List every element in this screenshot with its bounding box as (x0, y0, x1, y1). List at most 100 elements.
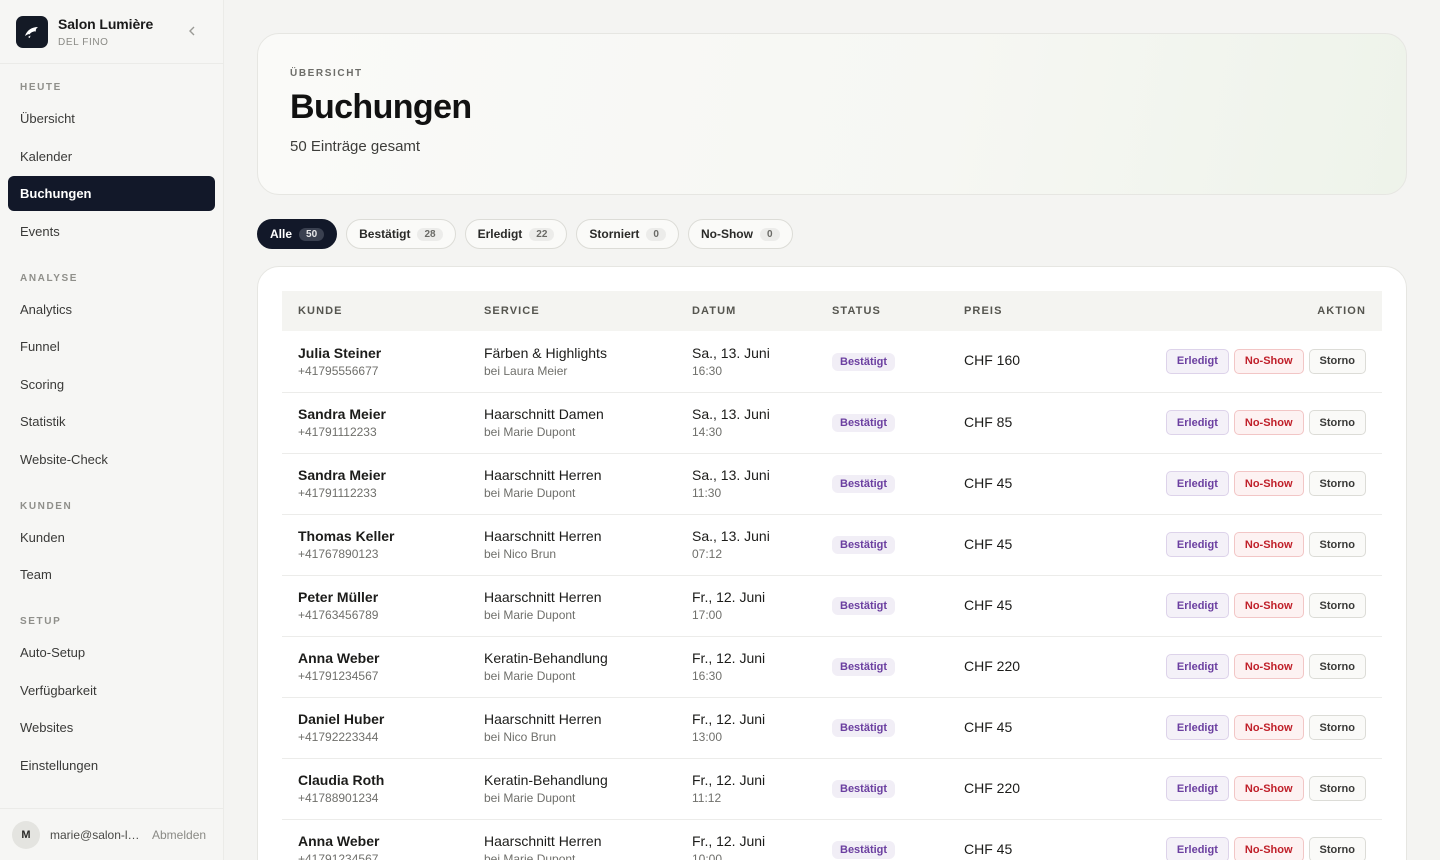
sidebar-item-kalender[interactable]: Kalender (8, 139, 215, 174)
sidebar-item-buchungen[interactable]: Buchungen (8, 176, 215, 211)
sidebar-item-verfügbarkeit[interactable]: Verfügbarkeit (8, 673, 215, 708)
mark-done-button[interactable]: Erledigt (1165, 410, 1229, 435)
mark-noshow-button[interactable]: No-Show (1233, 348, 1304, 374)
mark-noshow-button[interactable]: No-Show (1233, 776, 1304, 801)
cancel-booking-button[interactable]: Storno (1308, 593, 1366, 618)
cancel-booking-button[interactable]: Storno (1308, 471, 1366, 496)
table-row[interactable]: Sandra Meier +41791112233 Haarschnitt Herr… (282, 453, 1382, 514)
filter-chip-bestätigt[interactable]: Bestätigt 28 (346, 219, 456, 249)
booking-price: CHF 45 (964, 474, 1013, 491)
booking-date: Sa., 13. Juni (692, 528, 770, 544)
cell-datum: Sa., 13. Juni 07:12 (676, 514, 816, 575)
cancel-booking-button[interactable]: Storno (1308, 837, 1366, 860)
sidebar-item-auto-setup[interactable]: Auto-Setup (8, 635, 215, 670)
sidebar-item-websites[interactable]: Websites (8, 710, 215, 745)
cell-aktion: Erledigt No-Show Storno (1078, 514, 1382, 575)
filter-chip-storniert[interactable]: Storniert 0 (576, 219, 679, 249)
cancel-booking-button[interactable]: Storno (1308, 715, 1366, 740)
table-row[interactable]: Peter Müller +41763456789 Haarschnitt Herr… (282, 575, 1382, 636)
cell-preis: CHF 220 (948, 636, 1078, 697)
cancel-booking-button[interactable]: Storno (1308, 410, 1366, 435)
customer-name[interactable]: Peter Müller (298, 589, 452, 605)
customer-name[interactable]: Sandra Meier (298, 406, 452, 422)
column-header-service[interactable]: SERVICE (468, 291, 676, 331)
customer-name[interactable]: Sandra Meier (298, 467, 452, 483)
nav-section-title: KUNDEN (20, 500, 73, 512)
status-badge: Bestätigt (832, 658, 896, 676)
service-name: Haarschnitt Herren (484, 528, 602, 544)
filter-chip-no-show[interactable]: No-Show 0 (687, 219, 793, 249)
service-name: Haarschnitt Herren (484, 589, 602, 605)
filter-chip-alle[interactable]: Alle 50 (257, 219, 338, 249)
column-header-datum[interactable]: DATUM (676, 291, 816, 331)
mark-noshow-button[interactable]: No-Show (1233, 410, 1304, 435)
cell-service: Färben & Highlights bei Laura Meier (468, 331, 676, 392)
mark-done-button[interactable]: Erledigt (1165, 348, 1229, 374)
table-row[interactable]: Julia Steiner +41795556677 Färben & Highli… (282, 331, 1382, 392)
mark-done-button[interactable]: Erledigt (1165, 776, 1229, 801)
mark-noshow-button[interactable]: No-Show (1233, 593, 1304, 618)
mark-noshow-button[interactable]: No-Show (1233, 654, 1304, 679)
sidebar-item-funnel[interactable]: Funnel (8, 329, 215, 364)
column-header-preis[interactable]: PREIS (948, 291, 1078, 331)
mark-done-button[interactable]: Erledigt (1165, 837, 1229, 860)
booking-time: 17:00 (692, 608, 723, 622)
mark-done-button[interactable]: Erledigt (1165, 471, 1229, 496)
user-email: marie@salon-lumiere.ch (50, 827, 142, 842)
sidebar-item-übersicht[interactable]: Übersicht (8, 101, 215, 136)
sidebar-item-kunden[interactable]: Kunden (8, 520, 215, 555)
mark-done-button[interactable]: Erledigt (1165, 715, 1229, 740)
customer-phone: +41788901234 (298, 791, 379, 805)
mark-noshow-button[interactable]: No-Show (1233, 837, 1304, 860)
avatar[interactable]: M (12, 820, 40, 849)
booking-time: 16:30 (692, 669, 723, 683)
column-header-kunde[interactable]: KUNDE (282, 291, 468, 331)
cell-aktion: Erledigt No-Show Storno (1078, 392, 1382, 453)
table-row[interactable]: Thomas Keller +41767890123 Haarschnitt Her… (282, 514, 1382, 575)
table-row[interactable]: Anna Weber +41791234567 Haarschnitt Herren… (282, 819, 1382, 860)
cancel-booking-button[interactable]: Storno (1308, 654, 1366, 679)
cell-preis: CHF 45 (948, 514, 1078, 575)
customer-name[interactable]: Anna Weber (298, 650, 452, 666)
mark-noshow-button[interactable]: No-Show (1233, 471, 1304, 496)
sidebar-item-einstellungen[interactable]: Einstellungen (8, 748, 215, 783)
cell-kunde: Sandra Meier +41791112233 (282, 392, 468, 453)
sidebar-item-scoring[interactable]: Scoring (8, 367, 215, 402)
cell-preis: CHF 160 (948, 331, 1078, 392)
customer-phone: +41763456789 (298, 608, 379, 622)
mark-done-button[interactable]: Erledigt (1165, 654, 1229, 679)
filter-chip-erledigt[interactable]: Erledigt 22 (464, 219, 568, 249)
mark-done-button[interactable]: Erledigt (1165, 593, 1229, 618)
customer-name[interactable]: Thomas Keller (298, 528, 452, 544)
column-header-status[interactable]: STATUS (816, 291, 948, 331)
mark-noshow-button[interactable]: No-Show (1233, 532, 1304, 557)
mark-done-button[interactable]: Erledigt (1165, 532, 1229, 557)
cell-status: Bestätigt (816, 697, 948, 758)
booking-date: Fr., 12. Juni (692, 711, 766, 727)
customer-phone: +41792223344 (298, 730, 379, 744)
mark-noshow-button[interactable]: No-Show (1233, 715, 1304, 740)
cancel-booking-button[interactable]: Storno (1308, 348, 1366, 374)
customer-name[interactable]: Claudia Roth (298, 772, 452, 788)
sidebar-item-website-check[interactable]: Website-Check (8, 442, 215, 477)
logout-button[interactable]: Abmelden (152, 828, 206, 842)
customer-name[interactable]: Anna Weber (298, 833, 452, 849)
customer-name[interactable]: Daniel Huber (298, 711, 452, 727)
table-row[interactable]: Anna Weber +41791234567 Keratin-Behandlung… (282, 636, 1382, 697)
cancel-booking-button[interactable]: Storno (1308, 776, 1366, 801)
service-staff: bei Marie Dupont (484, 669, 576, 683)
status-badge: Bestätigt (832, 719, 896, 737)
customer-name[interactable]: Julia Steiner (298, 345, 452, 361)
table-row[interactable]: Daniel Huber +41792223344 Haarschnitt Herr… (282, 697, 1382, 758)
service-name: Färben & Highlights (484, 344, 607, 361)
service-staff: bei Laura Meier (484, 363, 568, 378)
table-row[interactable]: Claudia Roth +41788901234 Keratin-Behandlu… (282, 758, 1382, 819)
table-row[interactable]: Sandra Meier +41791112233 Haarschnitt Dame… (282, 392, 1382, 453)
chevron-left-icon[interactable] (183, 22, 201, 40)
sidebar-item-team[interactable]: Team (8, 557, 215, 592)
sidebar-item-events[interactable]: Events (8, 214, 215, 249)
sidebar-item-statistik[interactable]: Statistik (8, 404, 215, 439)
filter-chip-count: 28 (417, 227, 443, 241)
cancel-booking-button[interactable]: Storno (1308, 532, 1366, 557)
sidebar-item-analytics[interactable]: Analytics (8, 292, 215, 327)
